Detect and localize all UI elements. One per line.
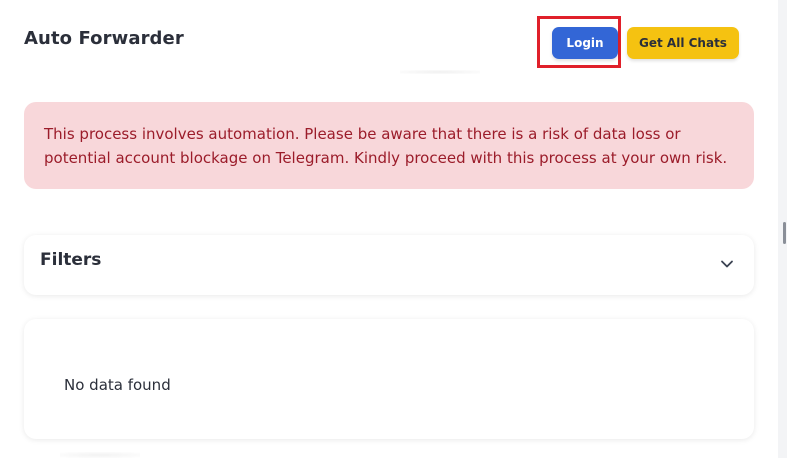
vertical-scrollbar[interactable]: [778, 0, 787, 458]
login-button[interactable]: Login: [552, 27, 618, 59]
risk-warning-alert: This process involves automation. Please…: [24, 102, 754, 189]
chevron-down-icon[interactable]: [720, 257, 734, 271]
filters-title: Filters: [40, 250, 102, 270]
page-title: Auto Forwarder: [24, 28, 184, 49]
get-all-chats-button[interactable]: Get All Chats: [627, 27, 739, 59]
scrollbar-thumb[interactable]: [783, 222, 786, 244]
empty-state-text: No data found: [64, 376, 171, 394]
filters-accordion[interactable]: Filters: [24, 235, 754, 295]
results-card: No data found: [24, 319, 754, 439]
page: Auto Forwarder Login Get All Chats This …: [0, 0, 787, 458]
main-content: Auto Forwarder Login Get All Chats This …: [0, 0, 778, 458]
bottom-shadow: [60, 452, 140, 458]
risk-warning-text: This process involves automation. Please…: [44, 125, 728, 167]
header-divider-shadow: [400, 70, 480, 74]
